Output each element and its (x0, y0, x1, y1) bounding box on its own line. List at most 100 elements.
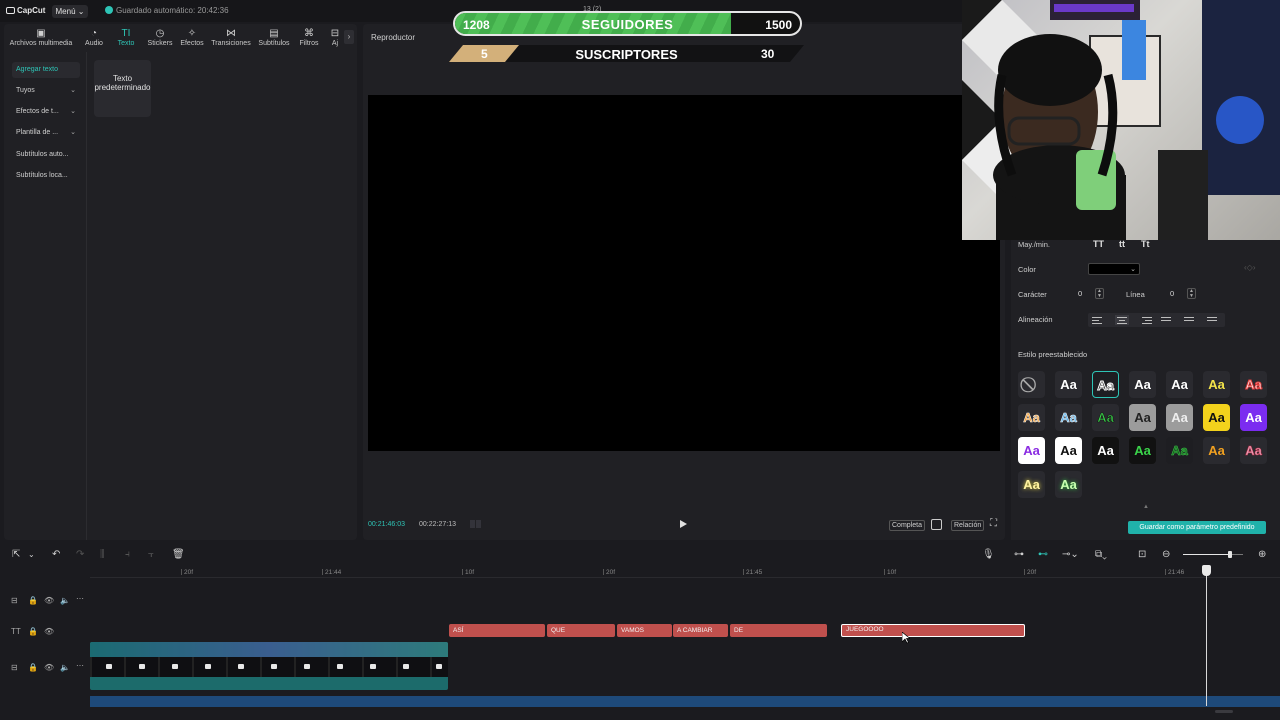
preset-style[interactable]: Aa (1240, 404, 1267, 431)
speaker-icon[interactable]: 🔈 (60, 596, 70, 605)
trim-left-icon[interactable]: ⫞ (125, 549, 130, 560)
align-vertical-center-icon[interactable] (1184, 315, 1198, 325)
text-clip[interactable]: DE (730, 624, 827, 637)
timeline-scrollbar[interactable] (1215, 710, 1233, 713)
preset-style[interactable]: Aa (1092, 404, 1119, 431)
aspect-ratio-button[interactable]: Relación (951, 520, 985, 531)
preset-style[interactable]: Aa (1203, 437, 1230, 464)
tab-adjust[interactable]: ⊟ Aj (329, 28, 341, 47)
tab-audio[interactable]: ◔ Audio (80, 28, 108, 47)
subnav-local-subtitles[interactable]: Subtítulos loca... (12, 168, 80, 184)
subnav-add-text[interactable]: Agregar texto (12, 62, 80, 78)
magnet-icon[interactable]: ⊷ (1038, 549, 1048, 560)
preset-style[interactable]: Aa (1018, 437, 1045, 464)
track-hide-icon[interactable]: ⊟ (11, 663, 18, 672)
preset-style[interactable]: Aa (1055, 437, 1082, 464)
trim-right-icon[interactable]: ⫟ (148, 549, 154, 560)
align-center-icon[interactable] (1115, 315, 1129, 325)
text-clip[interactable]: VAMOS (617, 624, 672, 637)
preset-style[interactable]: Aa (1055, 471, 1082, 498)
more-icon[interactable]: ⋯ (76, 661, 84, 670)
uppercase-button[interactable]: TT (1093, 239, 1104, 249)
tab-subtitles[interactable]: ▤ Subtítulos (256, 28, 292, 47)
audio-clip[interactable] (90, 696, 1280, 707)
split-icon[interactable]: ⫼ (100, 549, 105, 560)
tab-effects[interactable]: ✧ Efectos (178, 28, 206, 47)
crop-icon[interactable] (931, 519, 942, 530)
text-clip[interactable]: QUE (547, 624, 615, 637)
lowercase-button[interactable]: tt (1119, 239, 1125, 249)
playhead-handle[interactable] (1202, 565, 1211, 576)
keyframe-icon[interactable]: ‹◇› (1244, 263, 1255, 272)
collapse-icon[interactable]: ▲ (1143, 504, 1149, 510)
tabs-scroll-right-icon[interactable]: › (344, 30, 354, 44)
text-clip-selected[interactable]: JUEGOOOO (841, 624, 1025, 637)
eye-icon[interactable]: 👁 (44, 627, 54, 636)
eye-icon[interactable]: 👁 (44, 663, 54, 672)
char-spacing-input[interactable]: 0 ▲ ▼ (1064, 288, 1104, 300)
subnav-text-effects[interactable]: Efectos de t... ⌄ (12, 104, 80, 120)
snap-icon[interactable]: ⊸⌄ (1062, 549, 1079, 560)
preset-style[interactable]: Aa (1240, 437, 1267, 464)
delete-icon[interactable]: 🗑 (172, 549, 185, 560)
redo-icon[interactable]: ↷ (76, 549, 84, 560)
preset-style[interactable]: Aa (1203, 371, 1230, 398)
text-clip[interactable]: A CAMBIAR (673, 624, 728, 637)
preset-style[interactable]: Aa (1018, 404, 1045, 431)
zoom-in-icon[interactable]: ⊕ (1258, 549, 1266, 560)
default-text-card[interactable]: Texto predeterminado (94, 60, 151, 117)
timecode-format-icon[interactable] (470, 520, 484, 528)
line-spacing-input[interactable]: 0 ▲ ▼ (1156, 288, 1196, 300)
more-icon[interactable]: ⋯ (76, 594, 84, 603)
align-left-icon[interactable] (1092, 315, 1106, 325)
subnav-templates[interactable]: Plantilla de ... ⌄ (12, 125, 80, 141)
titlecase-button[interactable]: Tt (1141, 239, 1150, 249)
preset-style[interactable]: Aa (1240, 371, 1267, 398)
align-vertical-top-icon[interactable] (1161, 315, 1175, 325)
preview-axis-icon[interactable]: ⧉⌄ (1095, 549, 1107, 560)
microphone-icon[interactable]: 🎙 (982, 549, 995, 560)
tab-transitions[interactable]: ⋈ Transiciones (210, 28, 252, 47)
zoom-out-icon[interactable]: ⊖ (1162, 549, 1170, 560)
eye-icon[interactable]: 👁 (44, 596, 54, 605)
preset-style[interactable]: Aa (1055, 371, 1082, 398)
preset-style[interactable]: Aa (1166, 437, 1193, 464)
fullscreen-icon[interactable]: ⛶ (990, 519, 1000, 529)
lock-icon[interactable]: 🔒 (28, 596, 38, 605)
color-picker[interactable]: ⌄ (1088, 263, 1140, 275)
preset-style[interactable]: Aa (1129, 404, 1156, 431)
text-clip[interactable]: ASÍ (449, 624, 545, 637)
video-preview[interactable] (368, 95, 1000, 451)
play-icon[interactable] (680, 520, 687, 528)
lock-icon[interactable]: 🔒 (28, 627, 38, 636)
speaker-icon[interactable]: 🔈 (60, 663, 70, 672)
select-tool-icon[interactable]: ⇱ (12, 549, 20, 560)
stepper-icon[interactable]: ▲ ▼ (1187, 288, 1196, 299)
chevron-down-icon[interactable]: ⌄ (28, 549, 35, 560)
menu-button[interactable]: Menú ⌄ (52, 5, 88, 18)
preset-style[interactable]: Aa (1203, 404, 1230, 431)
zoom-slider-handle[interactable] (1228, 551, 1232, 558)
preset-style[interactable]: Aa (1055, 404, 1082, 431)
preset-style[interactable]: Aa (1166, 371, 1193, 398)
timeline-ruler[interactable] (90, 566, 1280, 576)
undo-icon[interactable]: ↶ (52, 549, 60, 560)
preset-style[interactable]: Aa (1129, 437, 1156, 464)
subtitle-icon[interactable]: ⊡ (1138, 549, 1146, 560)
align-vertical-bottom-icon[interactable] (1207, 315, 1221, 325)
preset-style[interactable]: Aa (1129, 371, 1156, 398)
subnav-yours[interactable]: Tuyos ⌄ (12, 83, 80, 99)
tab-media[interactable]: ▣ Archivos multimedia (8, 28, 74, 47)
preset-style[interactable]: Aa (1018, 471, 1045, 498)
preset-none-icon[interactable]: ⃠ (1018, 371, 1045, 398)
tab-stickers[interactable]: ◷ Stickers (145, 28, 175, 47)
subnav-auto-subtitles[interactable]: Subtítulos auto... (12, 147, 80, 163)
save-preset-button[interactable]: Guardar como parámetro predefinido (1128, 521, 1266, 534)
tab-text[interactable]: TI Texto (114, 28, 138, 47)
lock-icon[interactable]: 🔒 (28, 663, 38, 672)
preset-style[interactable]: Aa (1166, 404, 1193, 431)
stepper-icon[interactable]: ▲ ▼ (1095, 288, 1104, 299)
preset-style[interactable]: Aa (1092, 437, 1119, 464)
align-right-icon[interactable] (1138, 315, 1152, 325)
preset-style-selected[interactable]: Aa (1092, 371, 1119, 398)
